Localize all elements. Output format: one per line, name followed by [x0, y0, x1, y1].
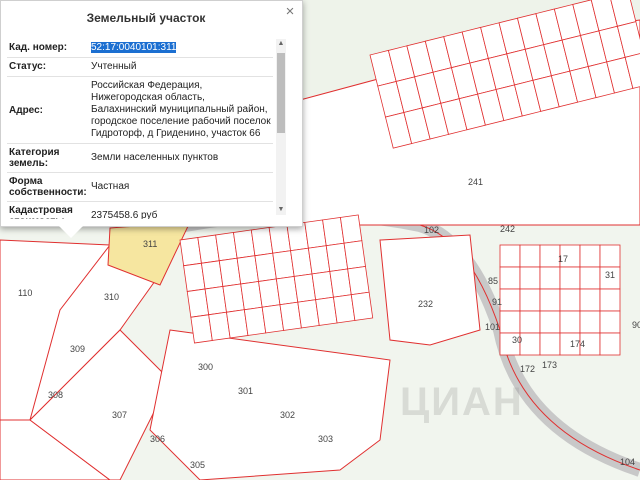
row-cost: Кадастровая стоимость: 2375458.6 руб	[7, 202, 273, 219]
scroll-thumb[interactable]	[277, 53, 285, 133]
row-key: Статус:	[9, 61, 47, 72]
parcel-label: 303	[318, 434, 333, 444]
close-icon[interactable]: ×	[282, 4, 298, 20]
parcel-label: 31	[605, 270, 615, 280]
parcel-label: 30	[512, 335, 522, 345]
parcel[interactable]	[539, 244, 561, 268]
parcel[interactable]	[539, 332, 561, 356]
parcel[interactable]	[539, 310, 561, 334]
row-key: Кад. номер:	[9, 42, 68, 53]
parcel[interactable]	[519, 244, 541, 268]
parcel[interactable]	[499, 266, 521, 290]
parcel-label: 173	[542, 360, 557, 370]
selected-parcel-label: 311	[143, 239, 157, 249]
parcel-label: 306	[150, 434, 165, 444]
parcel[interactable]	[519, 288, 541, 312]
parcel-label: 309	[70, 344, 85, 354]
watermark: ЦИАН	[400, 380, 524, 424]
parcel-label: 232	[418, 299, 433, 309]
parcel-label: 242	[500, 224, 515, 234]
row-ownership: Форма собственности: Частная	[7, 173, 273, 202]
parcel-label: 110	[18, 288, 32, 298]
parcel-info-popup: Земельный участок × Кад. номер: 52:17:00…	[0, 0, 303, 238]
popup-title: Земельный участок	[86, 11, 206, 25]
parcel-label: 101	[485, 322, 500, 332]
parcel-label: 308	[48, 390, 63, 400]
parcel-label: 301	[238, 386, 253, 396]
row-address: Адрес: Российская Федерация, Нижегородск…	[7, 77, 273, 144]
row-value: Частная	[91, 181, 130, 192]
parcel[interactable]	[539, 266, 561, 290]
parcel-label: 104	[620, 457, 635, 467]
parcel[interactable]	[599, 244, 621, 268]
row-cad-number: Кад. номер: 52:17:0040101:311	[7, 39, 273, 58]
parcel-label: 91	[492, 297, 502, 307]
row-category: Категория земель: Земли населенных пункт…	[7, 144, 273, 173]
parcel[interactable]	[579, 266, 601, 290]
parcel[interactable]	[350, 291, 374, 321]
parcel[interactable]	[579, 288, 601, 312]
popup-scrollbar[interactable]: ▲ ▼	[276, 39, 286, 215]
parcel[interactable]	[579, 244, 601, 268]
parcel-label: 85	[488, 276, 498, 286]
parcel[interactable]	[339, 214, 363, 244]
parcel[interactable]	[539, 288, 561, 312]
row-key: Адрес:	[9, 104, 43, 116]
parcel[interactable]	[499, 288, 521, 312]
parcel-label: 310	[104, 292, 119, 302]
parcel-label: 302	[280, 410, 295, 420]
scroll-down-icon[interactable]: ▼	[276, 205, 286, 215]
parcel[interactable]	[499, 310, 521, 334]
parcel[interactable]	[519, 310, 541, 334]
parcel-label: 300	[198, 362, 213, 372]
row-value: 2375458.6 руб	[91, 210, 158, 219]
parcel-label: 17	[558, 254, 568, 264]
row-value: Земли населенных пунктов	[91, 152, 219, 163]
info-table: Кад. номер: 52:17:0040101:311 Статус: Уч…	[7, 39, 273, 219]
parcel-label: 102	[424, 225, 439, 235]
scroll-up-icon[interactable]: ▲	[276, 39, 286, 49]
row-value: Российская Федерация, Нижегородская обла…	[91, 80, 271, 139]
parcel[interactable]	[519, 332, 541, 356]
row-status: Статус: Учтенный	[7, 58, 273, 77]
parcel[interactable]	[559, 266, 581, 290]
parcel[interactable]	[599, 310, 621, 334]
parcel-label: 172	[520, 364, 535, 374]
parcel[interactable]	[347, 265, 370, 296]
parcel-label: 307	[112, 410, 127, 420]
parcel[interactable]	[579, 310, 601, 334]
cad-number-value[interactable]: 52:17:0040101:311	[91, 42, 177, 53]
row-key: Кадастровая стоимость:	[9, 205, 73, 219]
parcel[interactable]	[559, 310, 581, 334]
parcel-label: 241	[468, 177, 483, 187]
parcel-label: 174	[570, 339, 585, 349]
parcel[interactable]	[559, 288, 581, 312]
row-key: Форма собственности:	[9, 176, 87, 198]
parcel[interactable]	[599, 332, 621, 356]
row-key: Категория земель:	[9, 147, 60, 169]
parcel[interactable]	[343, 240, 366, 270]
parcel[interactable]	[499, 244, 521, 268]
row-value: Учтенный	[91, 61, 137, 72]
parcel[interactable]	[519, 266, 541, 290]
parcel-label: 90	[632, 320, 640, 330]
parcel[interactable]	[599, 288, 621, 312]
parcel-label: 305	[190, 460, 205, 470]
